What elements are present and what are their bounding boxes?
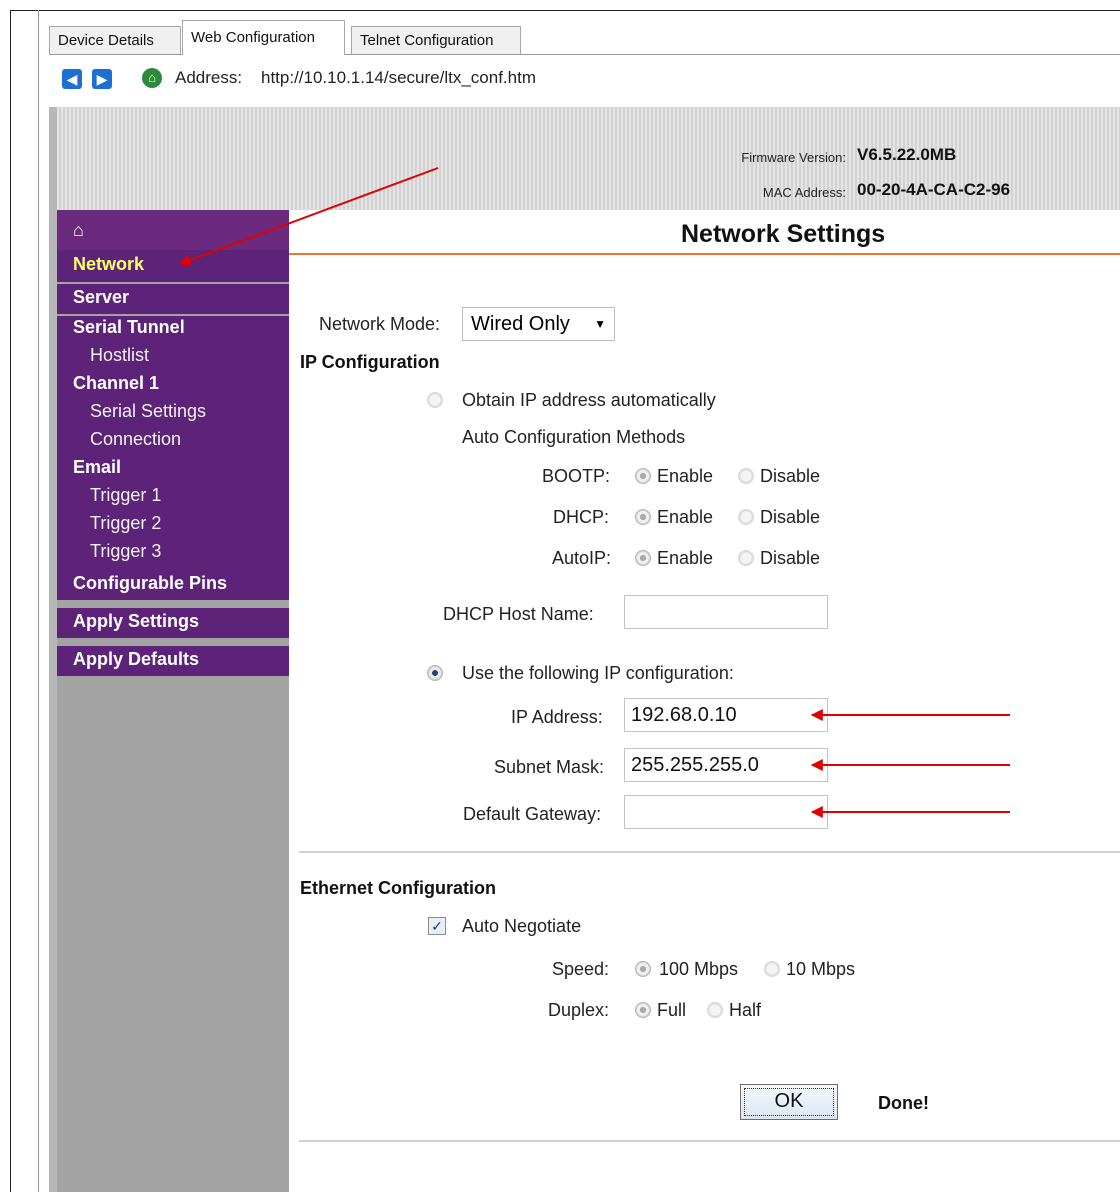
sidebar-section-server: Server xyxy=(57,284,289,314)
duplex-label: Duplex: xyxy=(548,1000,610,1020)
bootp-enable-label: Enable xyxy=(657,466,714,486)
speed-10-radio[interactable] xyxy=(764,961,780,977)
tab-device-details[interactable]: Device Details xyxy=(49,26,181,54)
speed-10-label: 10 Mbps xyxy=(786,959,856,979)
obtain-auto-label: Obtain IP address automatically xyxy=(462,390,716,410)
page-title: Network Settings xyxy=(681,220,886,248)
tab-bar: Device Details Web Configuration Telnet … xyxy=(49,20,1120,55)
sidebar-item-connection[interactable]: Connection xyxy=(90,429,181,450)
chevron-down-icon: ▼ xyxy=(594,317,606,331)
address-label: Address: xyxy=(175,68,243,87)
bootp-label: BOOTP: xyxy=(542,466,611,486)
tab-web-configuration[interactable]: Web Configuration xyxy=(182,20,345,55)
ip-address-label: IP Address: xyxy=(511,707,603,727)
dhcp-label: DHCP: xyxy=(553,507,610,527)
sidebar-item-trigger3[interactable]: Trigger 3 xyxy=(90,541,161,562)
default-gateway-label: Default Gateway: xyxy=(463,804,602,824)
speed-100-label: 100 Mbps xyxy=(659,959,739,979)
sidebar-item-serial-tunnel[interactable]: Serial Tunnel xyxy=(73,317,185,338)
sidebar-section-apply: Apply Settings xyxy=(57,608,289,638)
speed-100-radio[interactable] xyxy=(635,961,651,977)
dhcp-host-label: DHCP Host Name: xyxy=(443,604,594,624)
page-title-bar: Network Settings xyxy=(289,210,1120,254)
home-icon[interactable]: ⌂ xyxy=(142,68,162,88)
speed-label: Speed: xyxy=(552,959,610,979)
sidebar-section-network: Network xyxy=(57,250,289,282)
forward-arrow-icon[interactable]: ▶ xyxy=(92,69,112,89)
dhcp-host-input[interactable] xyxy=(624,595,828,629)
page-left-border xyxy=(49,107,57,1192)
ip-config-heading: IP Configuration xyxy=(300,352,440,372)
dhcp-disable-radio[interactable] xyxy=(738,509,754,525)
sidebar: ⌂ Network Server Serial Tunnel Hostlist … xyxy=(57,210,289,1192)
network-mode-select[interactable]: Wired Only ▼ xyxy=(462,307,615,341)
sidebar-item-network[interactable]: Network xyxy=(73,254,144,275)
sidebar-section-pins: Configurable Pins xyxy=(57,570,289,600)
subnet-mask-input[interactable]: 255.255.255.0 xyxy=(624,748,828,782)
duplex-full-label: Full xyxy=(657,1000,687,1020)
sidebar-item-apply-settings[interactable]: Apply Settings xyxy=(73,611,199,632)
dhcp-disable-label: Disable xyxy=(760,507,821,527)
frame-divider xyxy=(38,10,39,1192)
dhcp-enable-radio[interactable] xyxy=(635,509,651,525)
firmware-value: V6.5.22.0MB xyxy=(857,145,957,164)
sidebar-section-defaults: Apply Defaults xyxy=(57,646,289,676)
sidebar-item-trigger1[interactable]: Trigger 1 xyxy=(90,485,161,506)
bootp-disable-radio[interactable] xyxy=(738,468,754,484)
duplex-full-radio[interactable] xyxy=(635,1002,651,1018)
duplex-half-radio[interactable] xyxy=(707,1002,723,1018)
status-text: Done! xyxy=(878,1093,929,1113)
ok-button[interactable]: OK xyxy=(740,1084,838,1120)
obtain-auto-radio[interactable] xyxy=(427,392,443,408)
address-url[interactable]: http://10.10.1.14/secure/ltx_conf.htm xyxy=(261,68,536,88)
sidebar-item-channel1[interactable]: Channel 1 xyxy=(73,373,159,394)
firmware-label: Firmware Version: xyxy=(741,150,846,165)
network-mode-label: Network Mode: xyxy=(319,314,441,334)
sidebar-item-configurable-pins[interactable]: Configurable Pins xyxy=(73,573,227,594)
auto-methods-label: Auto Configuration Methods xyxy=(462,427,686,447)
ethernet-config-heading: Ethernet Configuration xyxy=(300,878,496,898)
sidebar-home[interactable]: ⌂ xyxy=(57,210,289,250)
autoip-enable-radio[interactable] xyxy=(635,550,651,566)
subnet-mask-label: Subnet Mask: xyxy=(494,757,605,777)
header-banner: Firmware Version: V6.5.22.0MB MAC Addres… xyxy=(57,107,1120,210)
sidebar-item-apply-defaults[interactable]: Apply Defaults xyxy=(73,649,199,670)
sidebar-item-serial-settings[interactable]: Serial Settings xyxy=(90,401,206,422)
bottom-divider xyxy=(299,1140,1120,1142)
mac-label: MAC Address: xyxy=(762,185,846,200)
sidebar-item-server[interactable]: Server xyxy=(73,287,129,308)
autoip-disable-radio[interactable] xyxy=(738,550,754,566)
auto-negotiate-checkbox[interactable]: ✓ xyxy=(428,917,446,935)
autoip-label: AutoIP: xyxy=(552,548,612,568)
use-following-radio[interactable] xyxy=(427,665,443,681)
mac-value: 00-20-4A-CA-C2-96 xyxy=(857,180,1011,199)
ip-address-input[interactable]: 192.68.0.10 xyxy=(624,698,828,732)
bootp-disable-label: Disable xyxy=(760,466,821,486)
section-divider xyxy=(299,851,1120,853)
auto-negotiate-label: Auto Negotiate xyxy=(462,916,582,936)
bootp-enable-radio[interactable] xyxy=(635,468,651,484)
duplex-half-label: Half xyxy=(729,1000,762,1020)
autoip-disable-label: Disable xyxy=(760,548,821,568)
sidebar-item-trigger2[interactable]: Trigger 2 xyxy=(90,513,161,534)
use-following-label: Use the following IP configuration: xyxy=(462,663,734,683)
default-gateway-input[interactable] xyxy=(624,795,828,829)
back-arrow-icon[interactable]: ◀ xyxy=(62,69,82,89)
sidebar-item-email[interactable]: Email xyxy=(73,457,121,478)
dhcp-enable-label: Enable xyxy=(657,507,714,527)
address-bar: ◀ ▶ ⌂ Address: http://10.10.1.14/secure/… xyxy=(49,55,1120,108)
tab-telnet-configuration[interactable]: Telnet Configuration xyxy=(351,26,521,54)
sidebar-item-hostlist[interactable]: Hostlist xyxy=(90,345,149,366)
house-icon[interactable]: ⌂ xyxy=(73,220,84,241)
network-mode-value: Wired Only xyxy=(471,313,570,335)
autoip-enable-label: Enable xyxy=(657,548,714,568)
title-underline xyxy=(289,253,1120,255)
sidebar-section-tunnel: Serial Tunnel Hostlist Channel 1 Serial … xyxy=(57,316,289,574)
